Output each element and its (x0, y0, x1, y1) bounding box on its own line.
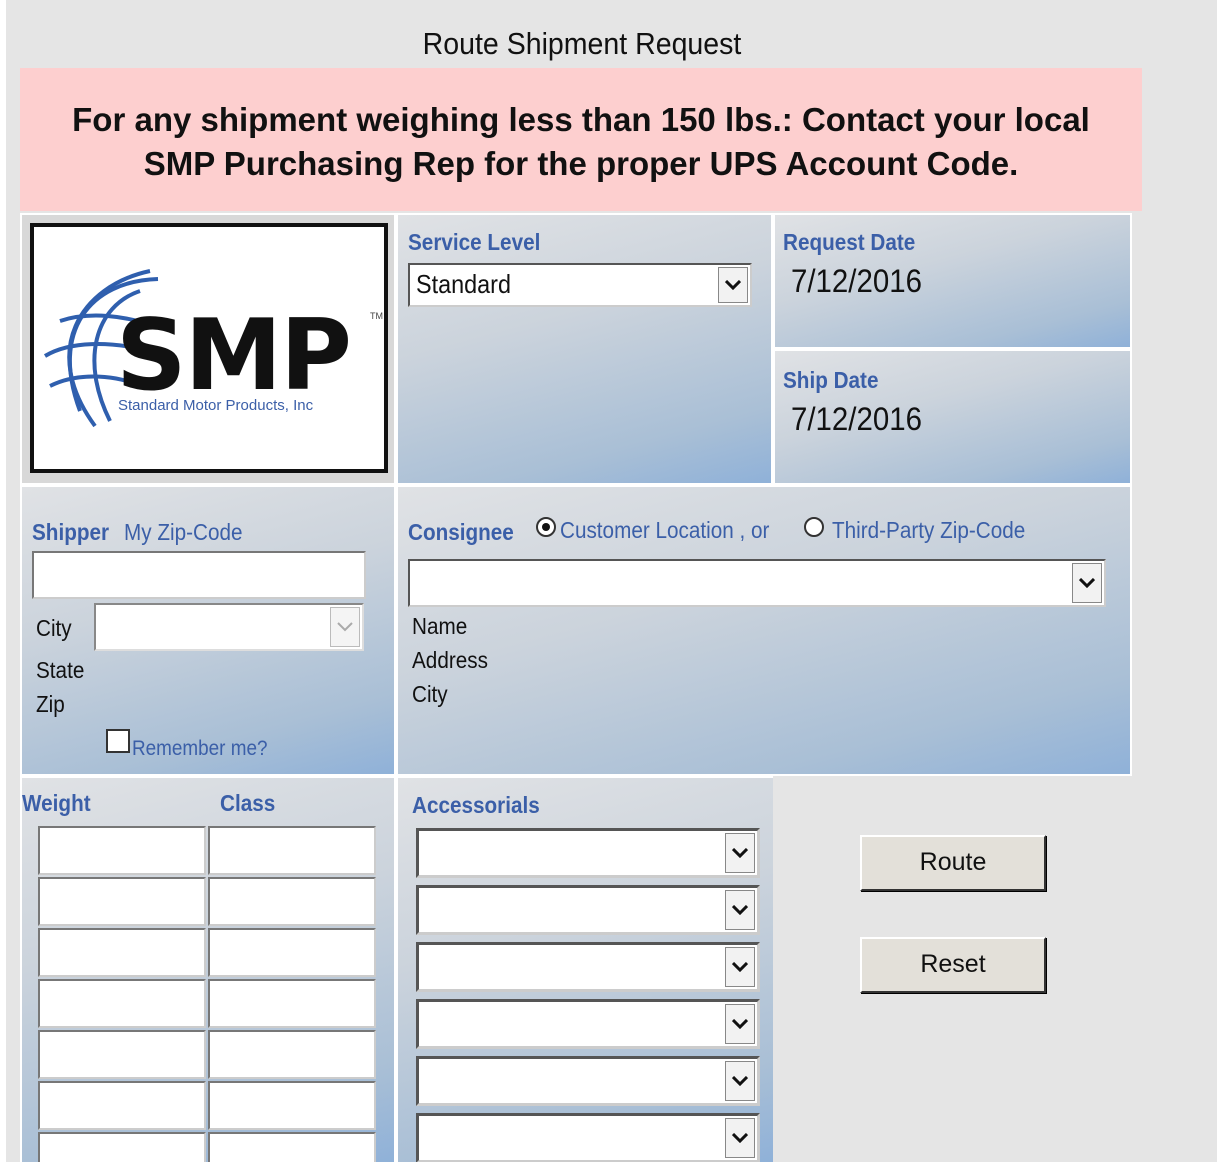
weight-input[interactable] (38, 1132, 206, 1162)
accessorials-panel: Accessorials (396, 776, 773, 1162)
accessorial-select[interactable] (416, 999, 760, 1049)
shipper-panel: Shipper My Zip-Code City State Zip Remem… (20, 485, 396, 776)
service-level-value: Standard (416, 269, 511, 299)
company-logo: SMP TM Standard Motor Products, Inc (30, 223, 388, 473)
class-input[interactable] (208, 1132, 376, 1162)
chevron-down-icon[interactable] (725, 833, 755, 873)
shipper-zip-input[interactable] (32, 551, 366, 599)
chevron-down-icon[interactable] (725, 947, 755, 987)
request-date-value: 7/12/2016 (791, 263, 922, 299)
request-date-label: Request Date (783, 229, 916, 255)
accessorial-select[interactable] (416, 942, 760, 992)
route-button[interactable]: Route (860, 835, 1046, 891)
page: Route Shipment Request For any shipment … (6, 0, 1217, 1162)
chevron-down-icon[interactable] (718, 267, 748, 303)
class-input[interactable] (208, 1081, 376, 1130)
logo-wordmark: SMP (116, 299, 352, 413)
chevron-down-icon[interactable] (725, 1061, 755, 1101)
service-level-select[interactable]: Standard (408, 263, 752, 307)
weight-input[interactable] (38, 826, 206, 875)
weight-input[interactable] (38, 928, 206, 977)
weight-input[interactable] (38, 877, 206, 926)
notice-banner: For any shipment weighing less than 150 … (20, 68, 1142, 211)
chevron-down-icon[interactable] (330, 607, 360, 647)
remember-me-checkbox[interactable] (106, 729, 130, 753)
ship-date-panel: Ship Date 7/12/2016 (773, 349, 1132, 485)
notice-line-1: For any shipment weighing less than 150 … (72, 101, 1090, 138)
consignee-city-label: City (412, 681, 448, 707)
service-level-label: Service Level (408, 229, 541, 255)
city-label: City (36, 615, 72, 641)
accessorial-select[interactable] (416, 828, 760, 878)
notice-line-2: SMP Purchasing Rep for the proper UPS Ac… (143, 145, 1019, 182)
accessorials-label: Accessorials (412, 792, 540, 818)
class-label: Class (220, 790, 276, 816)
shipper-label: Shipper (32, 519, 110, 545)
service-level-panel: Service Level Standard (396, 213, 773, 485)
zip-label: Zip (36, 691, 65, 717)
class-input[interactable] (208, 979, 376, 1028)
class-input[interactable] (208, 877, 376, 926)
logo-subtitle: Standard Motor Products, Inc (118, 397, 314, 414)
class-input[interactable] (208, 826, 376, 875)
accessorial-select[interactable] (416, 885, 760, 935)
chevron-down-icon[interactable] (725, 890, 755, 930)
weight-label: Weight (22, 790, 91, 816)
consignee-name-label: Name (412, 613, 468, 639)
logo-trademark: TM (370, 311, 383, 321)
class-input[interactable] (208, 1030, 376, 1079)
chevron-down-icon[interactable] (725, 1004, 755, 1044)
remember-me-label: Remember me? (132, 737, 268, 760)
ship-date-label: Ship Date (783, 367, 879, 393)
reset-button[interactable]: Reset (860, 937, 1046, 993)
consignee-select[interactable] (408, 559, 1106, 607)
consignee-address-label: Address (412, 647, 488, 673)
freight-panel: Weight Class (20, 776, 396, 1162)
third-party-zip-radio[interactable] (804, 517, 824, 537)
third-party-zip-label: Third-Party Zip-Code (832, 517, 1026, 543)
chevron-down-icon[interactable] (1072, 563, 1102, 603)
page-title: Route Shipment Request (422, 26, 742, 61)
chevron-down-icon[interactable] (725, 1118, 755, 1158)
weight-input[interactable] (38, 979, 206, 1028)
state-label: State (36, 657, 85, 683)
accessorial-select[interactable] (416, 1056, 760, 1106)
logo-panel: SMP TM Standard Motor Products, Inc (20, 213, 396, 485)
weight-input[interactable] (38, 1081, 206, 1130)
weight-input[interactable] (38, 1030, 206, 1079)
request-date-panel: Request Date 7/12/2016 (773, 213, 1132, 349)
customer-location-radio[interactable] (536, 517, 556, 537)
class-input[interactable] (208, 928, 376, 977)
accessorial-select[interactable] (416, 1113, 760, 1162)
consignee-panel: Consignee Customer Location , or Third-P… (396, 485, 1132, 776)
ship-date-value: 7/12/2016 (791, 401, 922, 437)
shipper-city-select[interactable] (94, 603, 364, 651)
my-zip-code-label: My Zip-Code (124, 519, 243, 545)
consignee-label: Consignee (408, 519, 514, 545)
customer-location-label: Customer Location , or (560, 517, 770, 543)
